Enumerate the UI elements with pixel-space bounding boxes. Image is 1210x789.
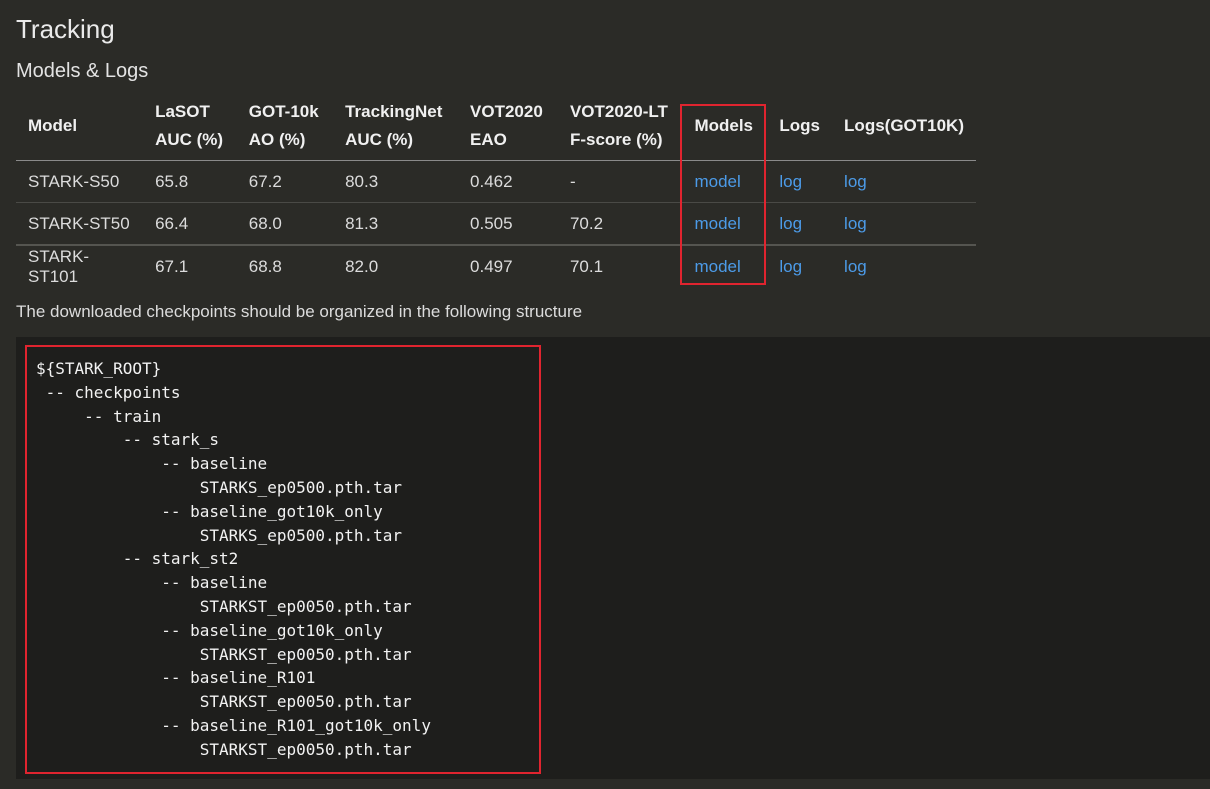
cell-got10k: 68.0 bbox=[236, 202, 334, 246]
code-line: -- stark_st2 bbox=[36, 549, 239, 569]
cell-logs: log bbox=[767, 160, 833, 203]
cell-vot2020-lt: - bbox=[557, 160, 683, 203]
cell-logs-got10k: log bbox=[832, 245, 976, 287]
table-row: STARK-ST101 67.1 68.8 82.0 0.497 70.1 mo… bbox=[16, 245, 976, 287]
header-model: Model bbox=[16, 92, 144, 161]
header-logs-got10k: Logs(GOT10K) bbox=[832, 92, 976, 161]
cell-vot2020-lt: 70.1 bbox=[569, 256, 604, 276]
header-vot2020: VOT2020 EAO bbox=[458, 92, 558, 161]
header-logs: Logs bbox=[767, 92, 833, 161]
code-line: -- baseline bbox=[36, 573, 268, 593]
cell-lasot: 66.4 bbox=[143, 202, 237, 246]
cell-model: STARK-ST101 bbox=[28, 246, 90, 286]
cell-vot2020-lt: 70.2 bbox=[557, 202, 683, 246]
cell-model: STARK-S50 bbox=[16, 160, 144, 203]
section-heading-models-logs: Models & Logs bbox=[16, 60, 149, 82]
page-title: Tracking bbox=[16, 14, 115, 44]
header-lasot: LaSOT AUC (%) bbox=[143, 92, 237, 161]
code-line: -- baseline_got10k_only bbox=[36, 501, 383, 521]
code-line: -- baseline_R101 bbox=[36, 668, 316, 688]
code-line: -- train bbox=[36, 406, 162, 426]
cell-vot2020: 0.462 bbox=[458, 160, 558, 203]
code-line: STARKST_ep0050.pth.tar bbox=[36, 596, 412, 616]
cell-models: model bbox=[682, 245, 767, 287]
model-link[interactable]: model bbox=[694, 172, 740, 191]
code-line: ${STARK_ROOT} bbox=[36, 359, 162, 378]
cell-logs: log bbox=[767, 245, 832, 287]
code-line: -- baseline_R101_got10k_only bbox=[36, 715, 431, 735]
checkpoint-directory-tree: ${STARK_ROOT} -- checkpoints -- train --… bbox=[36, 357, 431, 762]
code-line: -- checkpoints bbox=[36, 382, 181, 402]
cell-got10k: 67.2 bbox=[236, 160, 334, 203]
header-vot2020-lt: VOT2020-LT F-score (%) bbox=[557, 92, 683, 161]
cell-vot2020: 0.505 bbox=[458, 202, 558, 246]
table-row: STARK-S50 65.8 67.2 80.3 0.462 - model l… bbox=[16, 160, 976, 203]
header-models: Models bbox=[682, 92, 768, 161]
code-line: STARKST_ep0050.pth.tar bbox=[36, 644, 412, 664]
cell-logs: log bbox=[767, 202, 833, 246]
cell-logs-got10k: log bbox=[832, 202, 976, 246]
header-got10k: GOT-10k AO (%) bbox=[236, 92, 334, 161]
cell-models: model bbox=[682, 160, 768, 203]
code-line: -- stark_s bbox=[36, 430, 220, 450]
table-row: STARK-ST50 66.4 68.0 81.3 0.505 70.2 mod… bbox=[16, 202, 976, 246]
table-header-row: Model LaSOT AUC (%) GOT-10k AO (%) Trackin… bbox=[16, 92, 976, 161]
cell-models: model bbox=[682, 202, 768, 246]
code-line: STARKST_ep0050.pth.tar bbox=[36, 692, 412, 712]
code-line: -- baseline bbox=[36, 454, 268, 474]
checkpoint-structure-description: The downloaded checkpoints should be org… bbox=[16, 302, 583, 321]
header-trackingnet: TrackingNet AUC (%) bbox=[333, 92, 459, 161]
got10k-log-link[interactable]: log bbox=[844, 214, 867, 233]
cell-lasot: 67.1 bbox=[155, 256, 189, 276]
got10k-log-link[interactable]: log bbox=[844, 257, 867, 276]
cell-vot2020: 0.497 bbox=[470, 256, 513, 276]
cell-trackingnet: 81.3 bbox=[333, 202, 459, 246]
got10k-log-link[interactable]: log bbox=[844, 172, 867, 191]
cell-trackingnet: 82.0 bbox=[345, 256, 379, 276]
log-link[interactable]: log bbox=[779, 257, 802, 276]
log-link[interactable]: log bbox=[779, 172, 802, 191]
cell-model: STARK-ST50 bbox=[16, 202, 144, 246]
cell-got10k: 68.8 bbox=[248, 256, 282, 276]
code-line: -- baseline_got10k_only bbox=[36, 620, 383, 640]
results-table: Model LaSOT AUC (%) GOT-10k AO (%) Trackin… bbox=[16, 92, 976, 287]
code-line: STARKS_ep0500.pth.tar bbox=[36, 477, 403, 497]
cell-trackingnet: 80.3 bbox=[333, 160, 459, 203]
model-link[interactable]: model bbox=[694, 257, 740, 276]
log-link[interactable]: log bbox=[779, 214, 802, 233]
cell-lasot: 65.8 bbox=[143, 160, 237, 203]
code-line: STARKST_ep0050.pth.tar bbox=[36, 739, 412, 759]
code-line: STARKS_ep0500.pth.tar bbox=[36, 525, 403, 545]
cell-logs-got10k: log bbox=[832, 160, 976, 203]
model-link[interactable]: model bbox=[694, 214, 740, 233]
